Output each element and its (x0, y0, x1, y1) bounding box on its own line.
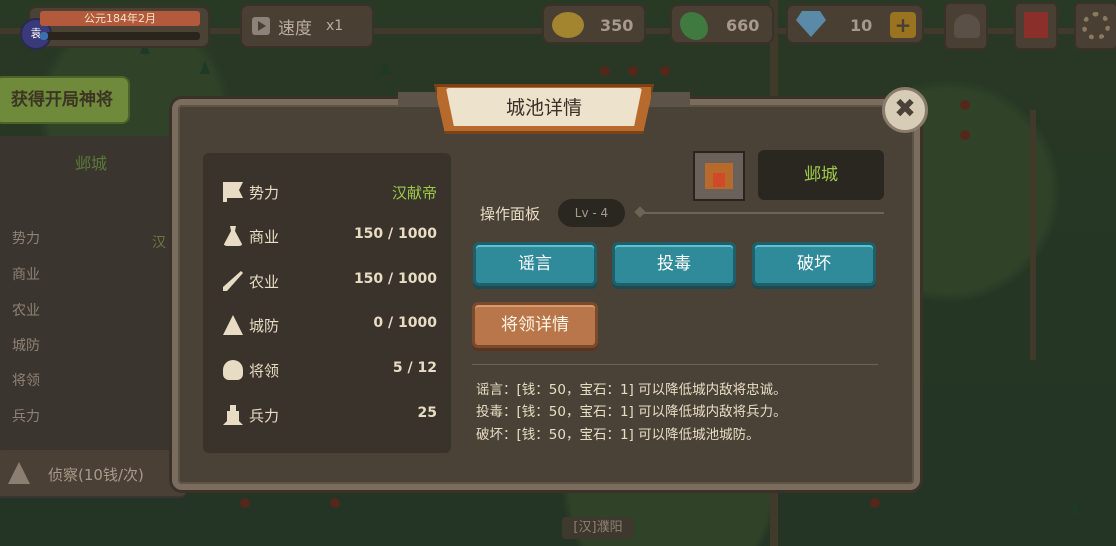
sabotage-description: 破坏：[钱：50，宝石：1] 可以降低城池城防。 (476, 427, 760, 443)
poison-description: 投毒：[钱：50，宝石：1] 可以降低城内敌将兵力。 (476, 404, 787, 420)
gift-button[interactable] (1014, 2, 1058, 50)
stat-agriculture: 农业 150 / 1000 (223, 269, 437, 293)
side-row-faction: 势力 (12, 231, 40, 247)
rumor-description: 谣言：[钱：50，宝石：1] 可以降低城内敌将忠诚。 (476, 382, 787, 398)
operation-panel-label: 操作面板 (480, 205, 541, 223)
stat-label: 农业 (249, 273, 280, 291)
coin-icon (552, 12, 584, 38)
stat-value: 25 (417, 405, 437, 421)
sabotage-button[interactable]: 破坏 (752, 242, 876, 286)
city-castle-icon (693, 151, 745, 201)
stat-troops: 兵力 25 (223, 403, 437, 427)
stat-value: 汉献帝 (391, 184, 437, 202)
gift-icon (1024, 12, 1048, 38)
diamond-icon (796, 11, 826, 37)
city-name: 邺城 (758, 150, 884, 200)
settings-button[interactable] (1074, 2, 1116, 50)
close-button[interactable]: ✖ (882, 87, 928, 133)
side-row-agriculture: 农业 (12, 303, 40, 319)
stat-defense: 城防 0 / 1000 (223, 313, 437, 337)
clover-icon (680, 12, 708, 40)
general-button[interactable] (944, 2, 988, 50)
helmet-icon (954, 14, 980, 38)
side-row-troops: 兵力 (12, 409, 40, 425)
date-panel: 袁 公元184年2月 (20, 6, 210, 50)
food-counter: 660 (670, 4, 774, 44)
speed-label: 速度 (278, 18, 312, 39)
city-side-panel: 邺城 势力 汉 商业 农业 城防 将领 兵力 (0, 136, 186, 498)
map-city-label[interactable]: [汉]濮阳 (562, 517, 634, 539)
gem-value: 10 (850, 16, 873, 35)
banner-wing-right (650, 92, 690, 106)
stat-value: 5 / 12 (392, 360, 437, 376)
game-date: 公元184年2月 (40, 11, 200, 26)
gem-counter: 10 + (786, 4, 924, 44)
side-row-defense: 城防 (12, 338, 40, 354)
stat-commerce: 商业 150 / 1000 (223, 224, 437, 248)
scout-button[interactable]: 侦察(10钱/次) (0, 450, 186, 496)
stat-value: 150 / 1000 (353, 226, 437, 242)
scout-icon (8, 462, 30, 484)
food-value: 660 (726, 16, 760, 35)
stat-value: 150 / 1000 (353, 271, 437, 287)
get-starting-general-button[interactable]: 获得开局神将 (0, 76, 130, 124)
side-row-commerce: 商业 (12, 267, 40, 283)
side-panel-title: 邺城 (74, 154, 107, 173)
stat-label: 城防 (249, 317, 280, 335)
side-row-generals: 将领 (12, 373, 40, 389)
tent-icon (223, 315, 243, 335)
city-level-badge: Lv - 4 (558, 199, 625, 227)
rumor-button[interactable]: 谣言 (473, 242, 597, 286)
speed-button[interactable]: 速度 x1 (240, 4, 374, 48)
city-stats-box: 势力 汉献帝 商业 150 / 1000 农业 150 / 1000 城防 0 … (203, 153, 451, 453)
poison-button[interactable]: 投毒 (612, 242, 736, 286)
stat-label: 兵力 (249, 407, 280, 425)
add-gems-button[interactable]: + (890, 12, 916, 38)
date-progress-bar (40, 32, 200, 40)
stat-value: 0 / 1000 (373, 315, 437, 331)
scout-label: 侦察(10钱/次) (48, 466, 144, 484)
gear-icon (1082, 12, 1110, 40)
dialog-title: 城池详情 (446, 88, 642, 126)
general-detail-button[interactable]: 将领详情 (472, 302, 598, 348)
money-bag-icon (223, 226, 243, 246)
stat-label: 商业 (249, 228, 280, 246)
gold-counter: 350 (542, 4, 646, 44)
soldier-icon (223, 405, 243, 425)
op-panel-divider (640, 212, 884, 214)
helmet-icon (223, 360, 243, 380)
speed-value: x1 (326, 18, 344, 34)
stat-label: 将领 (249, 362, 280, 380)
banner-wing-left (398, 92, 438, 106)
description-divider (472, 364, 878, 365)
wheat-icon (223, 271, 243, 291)
gold-value: 350 (600, 16, 634, 35)
stat-label: 势力 (249, 184, 280, 202)
play-icon (252, 17, 270, 35)
stat-generals: 将领 5 / 12 (223, 358, 437, 382)
flag-icon (223, 182, 243, 202)
stat-faction: 势力 汉献帝 (223, 180, 437, 204)
date-progress-fill (40, 32, 48, 40)
side-faction-partial: 汉 (152, 235, 166, 251)
